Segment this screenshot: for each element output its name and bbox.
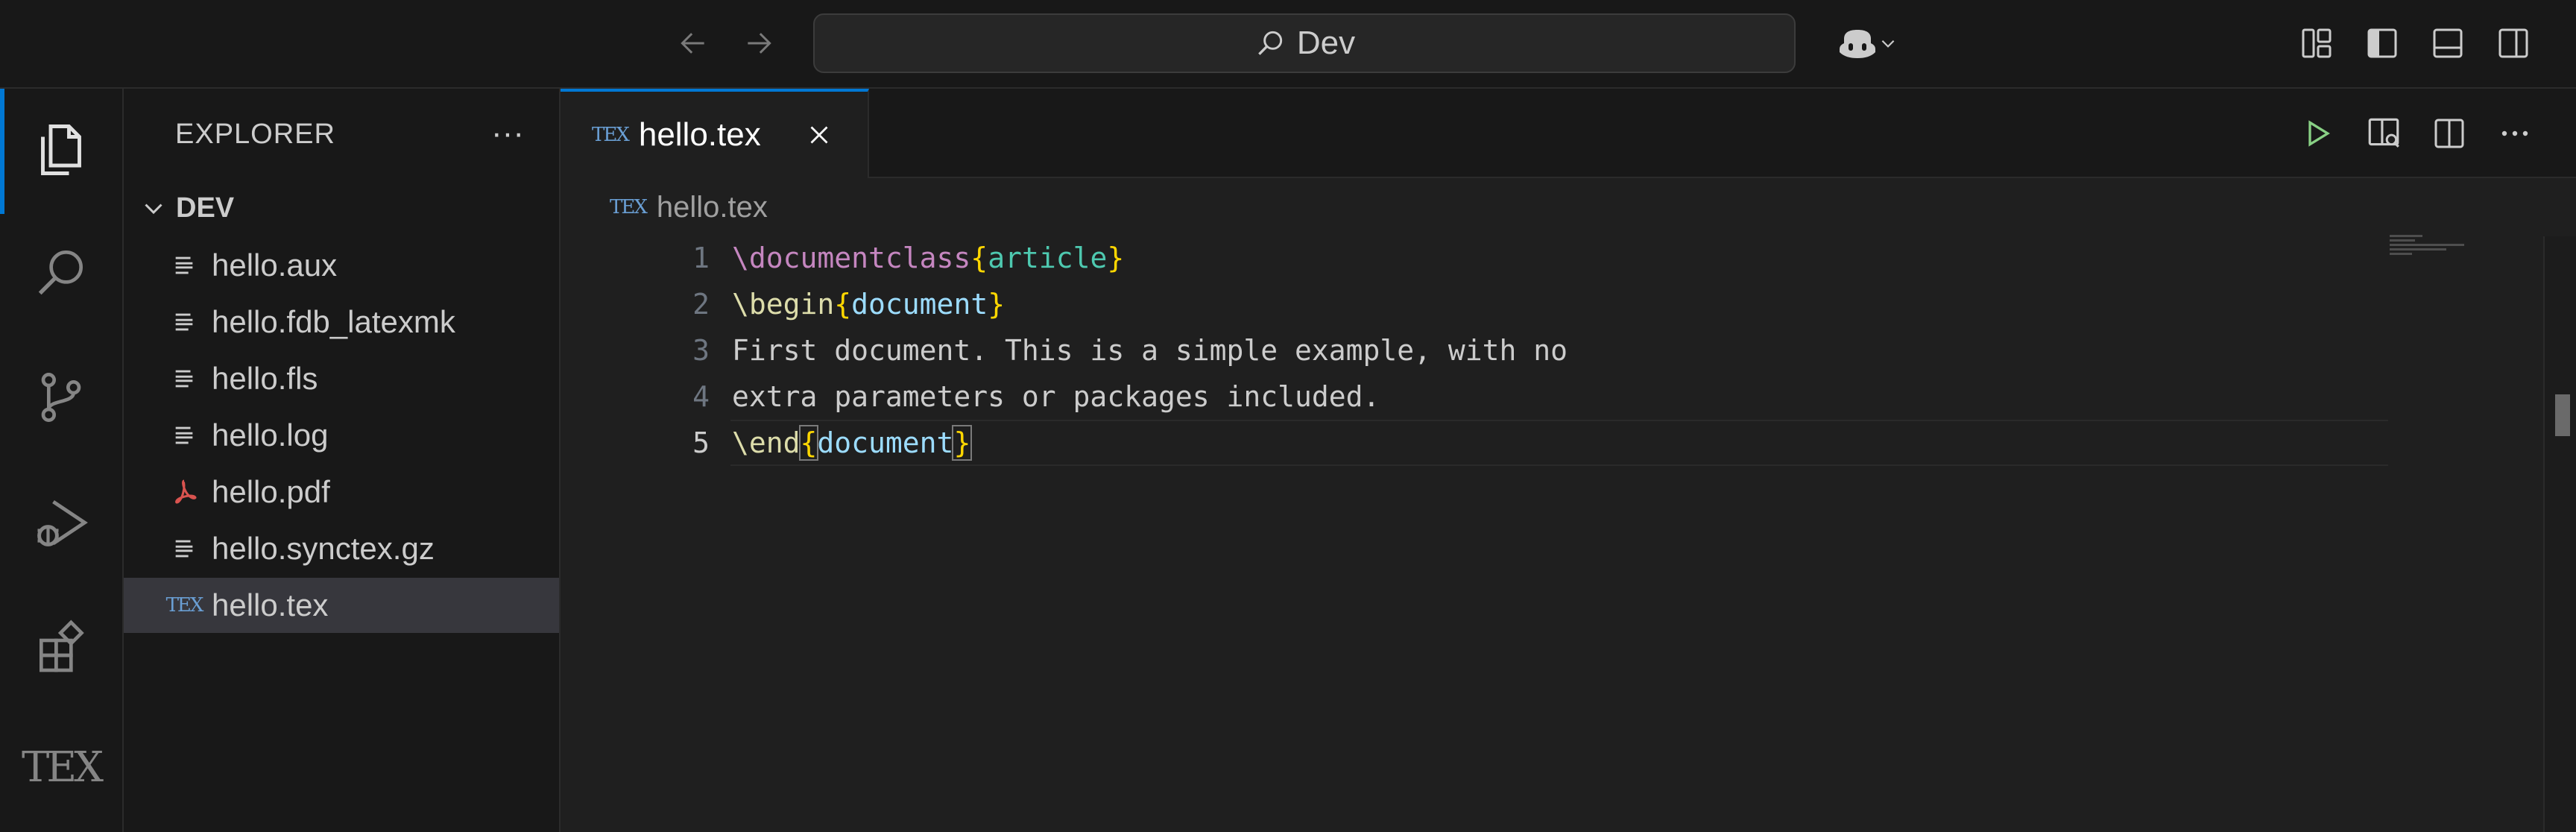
vertical-scrollbar[interactable] (2543, 236, 2576, 832)
text-file-icon (165, 536, 203, 561)
editor-area: TEX hello.tex TEX hello.tex 1 \documentc… (561, 89, 2576, 832)
toggle-primary-sidebar-icon[interactable] (2360, 21, 2405, 66)
toggle-secondary-sidebar-icon[interactable] (2491, 21, 2536, 66)
copilot-menu[interactable] (1826, 21, 1908, 66)
line-text: extra parameters or packages included. (732, 380, 1380, 413)
title-bar: Dev (0, 0, 2576, 89)
code-line-current: 5 \end{document} (561, 420, 2484, 466)
scroll-thumb[interactable] (2555, 394, 2570, 436)
more-actions-icon[interactable] (2493, 111, 2537, 156)
toggle-panel-icon[interactable] (2425, 21, 2470, 66)
file-name: hello.tex (212, 587, 329, 623)
copilot-icon (1840, 30, 1875, 58)
file-name: hello.log (212, 417, 329, 453)
source-control-icon[interactable] (0, 353, 122, 442)
minimap[interactable] (2390, 235, 2479, 280)
pdf-file-icon (165, 477, 203, 507)
tex-icon[interactable]: TEX (0, 722, 122, 812)
file-item[interactable]: hello.log (124, 408, 559, 463)
chevron-down-icon (139, 193, 168, 223)
code-line: 3 First document. This is a simple examp… (561, 327, 2484, 374)
file-item[interactable]: hello.pdf (124, 464, 559, 520)
breadcrumb-file: hello.tex (656, 190, 768, 224)
line-number: 4 (692, 380, 710, 413)
tex-file-icon: TEX (592, 124, 630, 146)
back-arrow-icon[interactable] (671, 21, 716, 66)
line-number: 3 (692, 334, 710, 367)
folder-dev[interactable]: DEV (124, 183, 559, 233)
line-number: 2 (692, 288, 710, 321)
file-item[interactable]: hello.fls (124, 351, 559, 406)
file-item[interactable]: hello.aux (124, 238, 559, 293)
code-line: 1 \documentclass{article} (561, 235, 2484, 281)
chevron-down-icon (1881, 40, 1895, 48)
search-icon (1258, 31, 1283, 55)
file-item[interactable]: hello.fdb_latexmk (124, 294, 559, 350)
code-line: 4 extra parameters or packages included. (561, 374, 2484, 420)
explorer-title: EXPLORER (175, 119, 335, 150)
more-actions-icon[interactable]: ··· (482, 111, 534, 156)
tab-hello-tex[interactable]: TEX hello.tex (561, 89, 869, 178)
tab-bar: TEX hello.tex (561, 89, 2576, 178)
explorer-sidebar: EXPLORER ··· DEV hello.aux hello.fdb_lat… (124, 89, 561, 832)
close-icon[interactable] (803, 119, 836, 151)
customize-layout-icon[interactable] (2294, 21, 2339, 66)
line-number: 1 (692, 242, 710, 274)
forward-arrow-icon[interactable] (736, 21, 781, 66)
activity-bar: TEX (0, 89, 124, 832)
text-file-icon (165, 253, 203, 278)
breadcrumb[interactable]: TEX hello.tex (610, 189, 768, 226)
extensions-icon[interactable] (0, 603, 122, 693)
line-number: 5 (692, 426, 710, 459)
file-name: hello.fls (212, 361, 318, 396)
line-text: First document. This is a simple example… (732, 334, 1568, 367)
run-and-debug-icon[interactable] (0, 478, 122, 567)
file-item-selected[interactable]: TEX hello.tex (124, 578, 559, 633)
tab-label: hello.tex (638, 116, 761, 153)
preview-icon[interactable] (2361, 111, 2406, 156)
explorer-icon[interactable] (0, 105, 122, 195)
line-text: \documentclass{article} (732, 242, 1125, 274)
command-center-label: Dev (1296, 25, 1356, 61)
text-file-icon (165, 366, 203, 391)
file-item[interactable]: hello.synctex.gz (124, 521, 559, 576)
tex-file-icon: TEX (165, 594, 204, 617)
command-center-search[interactable]: Dev (813, 13, 1796, 73)
file-name: hello.pdf (212, 474, 330, 509)
file-name: hello.synctex.gz (212, 531, 435, 566)
text-file-icon (165, 423, 203, 448)
folder-name: DEV (176, 192, 235, 224)
run-icon[interactable] (2296, 111, 2340, 156)
line-text: \end{document} (732, 425, 973, 461)
line-text: \begin{document} (732, 288, 1006, 321)
split-editor-icon[interactable] (2427, 111, 2472, 156)
text-file-icon (165, 309, 203, 335)
file-name: hello.aux (212, 248, 338, 283)
file-name: hello.fdb_latexmk (212, 304, 455, 339)
search-icon[interactable] (0, 227, 122, 317)
code-line: 2 \begin{document} (561, 281, 2484, 327)
tex-file-icon: TEX (610, 196, 648, 218)
